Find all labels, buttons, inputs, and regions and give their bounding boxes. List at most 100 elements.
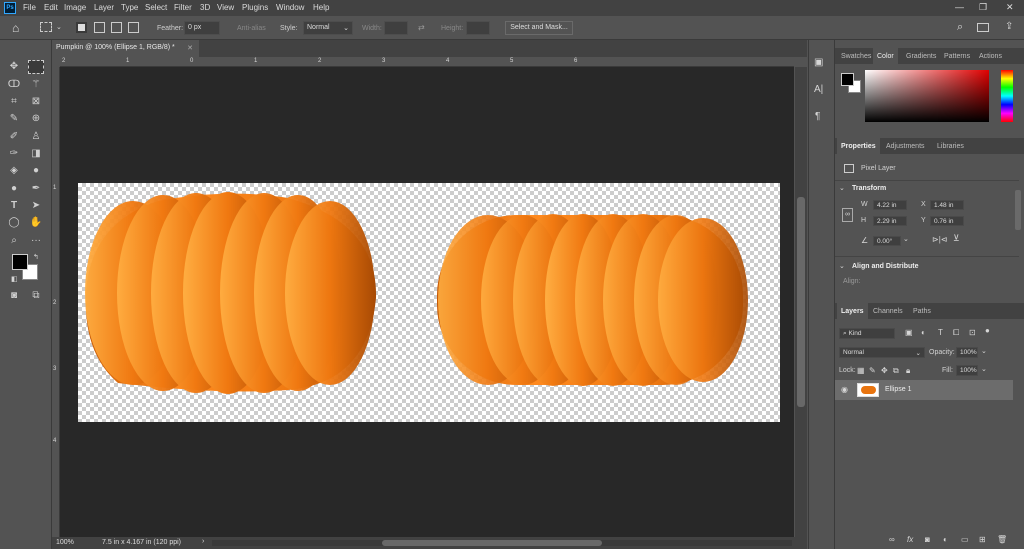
paragraph-panel-icon[interactable]: ¶ [815, 111, 820, 122]
lock-all-icon[interactable]: 🔒︎ [906, 366, 910, 376]
menu-image[interactable]: Image [64, 3, 86, 12]
menu-3d[interactable]: 3D [200, 3, 210, 12]
chevron-down-icon[interactable]: ⌄ [903, 235, 909, 243]
marquee-tool-icon[interactable] [28, 60, 44, 74]
document-info[interactable]: 7.5 in x 4.167 in (120 ppi) [102, 539, 181, 546]
tab-channels[interactable]: Channels [869, 305, 907, 319]
magic-wand-tool-icon[interactable]: ⚚ [28, 78, 44, 92]
menu-window[interactable]: Window [276, 3, 304, 12]
tab-libraries[interactable]: Libraries [933, 140, 968, 154]
tab-adjustments[interactable]: Adjustments [882, 140, 929, 154]
vertical-scrollbar[interactable] [795, 67, 807, 537]
scrollbar-thumb[interactable] [797, 197, 805, 407]
filter-smart-object-icon[interactable]: ⊡ [969, 328, 976, 337]
filter-shape-icon[interactable]: ⧠ [953, 328, 959, 338]
y-field[interactable]: 0.76 in [930, 216, 964, 226]
hand-tool-icon[interactable]: ✋ [28, 216, 44, 230]
lock-position-icon[interactable]: ✥ [881, 366, 888, 375]
close-tab-icon[interactable]: ✕ [187, 44, 193, 52]
layer-name[interactable]: Ellipse 1 [885, 386, 911, 393]
delete-layer-icon[interactable]: 🗑︎ [997, 535, 1007, 544]
filter-kind-select[interactable]: ⌕ Kind [839, 328, 895, 339]
zoom-tool-icon[interactable]: ⌕ [6, 234, 22, 248]
healing-tool-icon[interactable]: ⊕ [28, 112, 44, 126]
search-icon[interactable]: ⌕ [957, 21, 963, 34]
restore-icon[interactable]: ❐ [979, 2, 987, 13]
fill-field[interactable]: 100% [956, 365, 978, 376]
tab-actions[interactable]: Actions [975, 50, 1006, 64]
paint-bucket-tool-icon[interactable]: ◈ [6, 164, 22, 178]
width-field[interactable]: 4.22 in [873, 200, 907, 210]
filter-adjustment-icon[interactable]: ◐ [921, 328, 926, 337]
home-icon[interactable]: ⌂ [12, 21, 19, 35]
add-mask-icon[interactable]: ◙ [925, 535, 930, 544]
color-picker-field[interactable] [865, 70, 989, 122]
visibility-icon[interactable]: ◉ [841, 385, 848, 394]
chevron-down-icon[interactable]: ⌄ [981, 365, 987, 373]
new-group-icon[interactable]: ▭ [961, 535, 969, 544]
stamp-tool-icon[interactable]: ♙ [28, 130, 44, 144]
menu-filter[interactable]: Filter [174, 3, 192, 12]
new-selection-icon[interactable] [76, 22, 87, 33]
intersect-selection-icon[interactable] [128, 22, 139, 33]
opacity-field[interactable]: 100% [956, 347, 978, 358]
filter-toggle-icon[interactable]: ● [985, 326, 990, 335]
dodge-tool-icon[interactable]: ● [6, 182, 22, 196]
properties-scrollbar[interactable] [1015, 190, 1021, 230]
document-tab[interactable]: Pumpkin @ 100% (Ellipse 1, RGB/8) * ✕ [52, 40, 199, 57]
add-selection-icon[interactable] [94, 22, 105, 33]
close-icon[interactable]: ✕ [1006, 2, 1014, 13]
tab-paths[interactable]: Paths [909, 305, 935, 319]
chevron-down-icon[interactable]: ⌄ [839, 184, 845, 192]
menu-plugins[interactable]: Plugins [242, 3, 268, 12]
layer-row[interactable]: ◉ Ellipse 1 [835, 380, 1013, 400]
tab-properties[interactable]: Properties [837, 138, 880, 154]
tab-color[interactable]: Color [873, 48, 898, 64]
share-icon[interactable]: ⇪ [1005, 21, 1013, 32]
horizontal-scrollbar[interactable] [212, 540, 792, 546]
minimize-icon[interactable]: — [955, 2, 964, 12]
character-panel-icon[interactable]: A| [814, 84, 823, 95]
height-field[interactable]: 2.29 in [873, 216, 907, 226]
default-colors-icon[interactable]: ◧ [11, 275, 18, 283]
crop-tool-icon[interactable]: ⌗ [6, 95, 22, 109]
blur-tool-icon[interactable]: ● [28, 164, 44, 178]
frame-tool-icon[interactable]: ⊠ [28, 95, 44, 109]
ellipse-tool-icon[interactable]: ◯ [6, 216, 22, 230]
adjustment-layer-icon[interactable]: ◐ [943, 535, 948, 544]
blend-mode-select[interactable]: Normal ⌄ [839, 347, 925, 358]
chevron-down-icon[interactable]: ⌄ [981, 347, 987, 355]
feather-input[interactable]: 0 px [184, 21, 220, 35]
link-layers-icon[interactable]: ∞ [889, 535, 895, 544]
tab-patterns[interactable]: Patterns [940, 50, 974, 64]
type-tool-icon[interactable]: T [6, 199, 22, 213]
pen-tool-icon[interactable]: ✒ [28, 182, 44, 196]
foreground-color-swatch[interactable] [12, 254, 28, 270]
more-tools-icon[interactable]: ··· [28, 234, 44, 248]
x-field[interactable]: 1.48 in [930, 200, 964, 210]
lock-pixels-icon[interactable]: ✎ [869, 366, 876, 375]
menu-file[interactable]: File [23, 3, 36, 12]
flip-vertical-icon[interactable]: ⊻ [953, 233, 960, 244]
screen-mode-icon[interactable]: ⧉ [28, 289, 44, 303]
history-brush-tool-icon[interactable]: ✑ [6, 147, 22, 161]
marquee-preset-icon[interactable] [40, 22, 52, 32]
filter-type-icon[interactable]: T [938, 328, 943, 337]
width-input[interactable] [384, 21, 408, 35]
menu-view[interactable]: View [217, 3, 234, 12]
subtract-selection-icon[interactable] [111, 22, 122, 33]
eyedropper-tool-icon[interactable]: ✎ [6, 112, 22, 126]
link-icon[interactable]: ∞ [842, 208, 853, 222]
chevron-down-icon[interactable]: ⌄ [839, 262, 845, 270]
scrollbar-thumb[interactable] [382, 540, 602, 546]
chevron-right-icon[interactable]: › [202, 538, 204, 545]
layer-style-icon[interactable]: fx [907, 535, 913, 544]
workspace-icon[interactable] [977, 23, 989, 32]
tab-gradients[interactable]: Gradients [902, 50, 940, 64]
move-tool-icon[interactable]: ✥ [6, 60, 22, 74]
filter-pixel-icon[interactable]: ▣ [905, 328, 913, 337]
history-icon[interactable]: ▣ [814, 57, 823, 68]
menu-edit[interactable]: Edit [44, 3, 58, 12]
lasso-tool-icon[interactable]: ↀ [6, 78, 22, 92]
brush-tool-icon[interactable]: ✐ [6, 130, 22, 144]
